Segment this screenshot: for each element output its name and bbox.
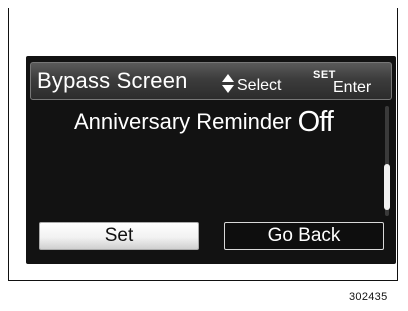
screen-title: Bypass Screen <box>37 68 188 93</box>
select-hint: Select <box>221 69 281 95</box>
option-value: Off <box>297 105 334 138</box>
set-button[interactable]: Set <box>39 222 199 250</box>
go-back-button[interactable]: Go Back <box>224 222 384 250</box>
figure-id: 302435 <box>349 291 388 303</box>
select-label: Select <box>237 77 282 94</box>
up-down-arrows-icon <box>222 74 234 93</box>
enter-label: Enter <box>333 79 372 96</box>
display-screen: Bypass Screen Select SET Enter Anniversa… <box>26 56 396 264</box>
anniversary-reminder-option[interactable]: Anniversary Reminder Off <box>74 105 334 139</box>
option-label: Anniversary Reminder <box>74 109 292 134</box>
scrollbar-thumb[interactable] <box>384 164 390 210</box>
header-bar: Bypass Screen Select SET Enter <box>30 62 392 100</box>
